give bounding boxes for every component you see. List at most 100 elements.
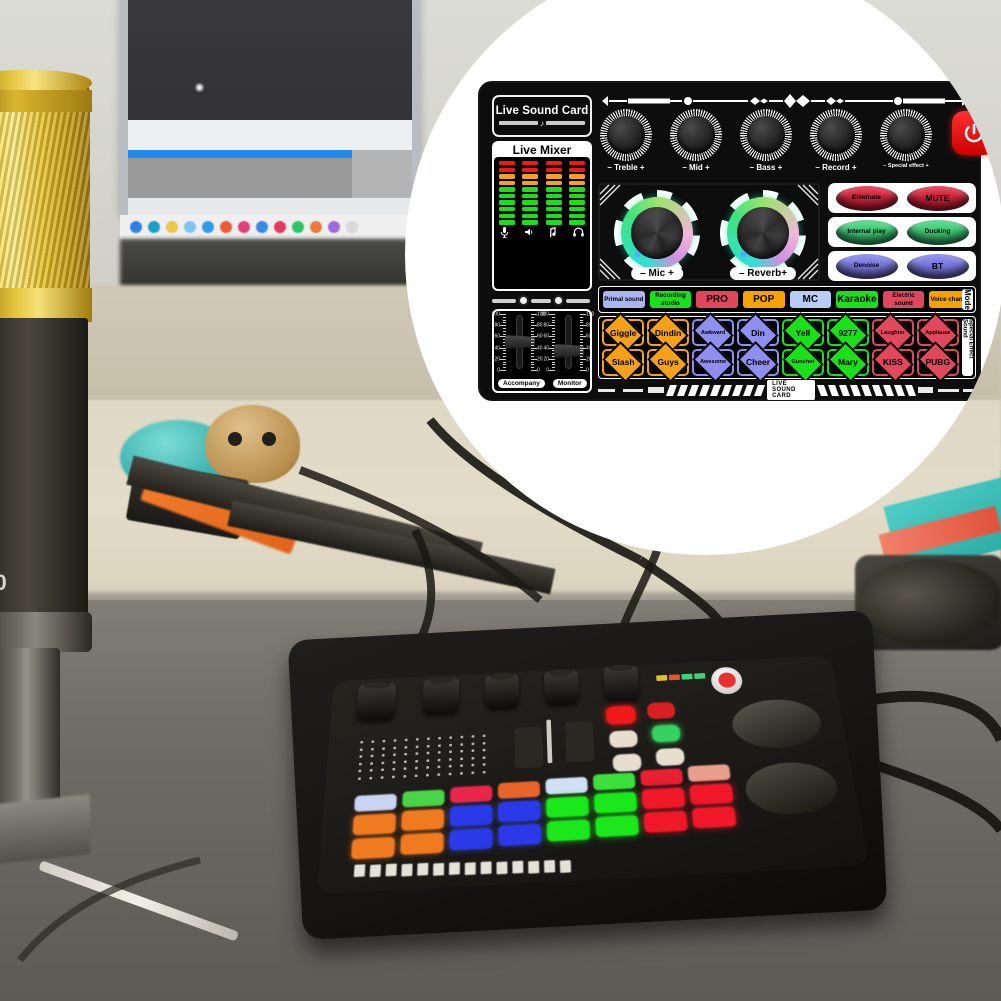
scale-tick: [531, 342, 534, 343]
photo-led-matrix-dot: [405, 739, 408, 742]
effect-pad-label: Yell: [796, 329, 811, 337]
photo-led-matrix-dot: [472, 735, 475, 738]
photo-led-matrix-dot: [460, 772, 463, 775]
effect-pad-label: Awesome: [700, 358, 726, 366]
photo-led-matrix-dot: [438, 765, 441, 768]
power-button[interactable]: [952, 111, 996, 155]
bt-button[interactable]: BT: [907, 254, 969, 279]
effect-pad-awesome[interactable]: Awesome: [692, 349, 734, 376]
mode-button-mc[interactable]: MC: [789, 290, 833, 309]
special-effect-knob[interactable]: – Special effect +: [880, 109, 932, 161]
scale-tick: [580, 342, 583, 343]
photo-led-matrix-dot: [404, 753, 407, 756]
led-segment: [546, 168, 562, 172]
effect-pad-din[interactable]: Din: [737, 319, 779, 346]
mode-button-pop[interactable]: POP: [742, 290, 786, 309]
photo-led-matrix-dot: [471, 756, 474, 759]
effect-pad-dindin[interactable]: Dindin: [647, 319, 689, 346]
mid-knob-label: – Mid +: [670, 163, 722, 172]
scale-tick: [531, 345, 534, 346]
effect-pad-awkward[interactable]: Awkward: [692, 319, 734, 346]
photo-led-matrix-dot: [483, 770, 486, 773]
scale-number: 80: [543, 323, 549, 329]
mode-button-pro[interactable]: PRO: [695, 290, 739, 309]
record-knob[interactable]: – Record +: [810, 109, 862, 161]
mode-button-primal-sound[interactable]: Primal sound: [602, 290, 646, 309]
effect-pad-yell[interactable]: Yell: [782, 319, 824, 346]
effect-pad-gunshot[interactable]: Gunshot: [782, 349, 824, 376]
ducking-button[interactable]: Ducking: [907, 220, 969, 245]
photo-led-matrix-dot: [381, 776, 384, 779]
link-knob[interactable]: [518, 295, 529, 306]
link-knob[interactable]: [553, 295, 564, 306]
effect-pad-mary[interactable]: Mary: [827, 349, 869, 376]
effect-pad-label: Mary: [838, 358, 858, 366]
effect-pad-9277[interactable]: 9277: [827, 319, 869, 346]
photo-led-matrix-dot: [449, 758, 452, 761]
mid-knob[interactable]: – Mid +: [670, 109, 722, 161]
scale-number: 100: [541, 312, 549, 318]
scale-tick: [580, 334, 583, 335]
scale-number: 40: [543, 345, 549, 351]
led-segment: [499, 207, 515, 211]
mode-side-text: Mode: [963, 289, 972, 310]
effect-pad-slash[interactable]: Slash: [602, 349, 644, 376]
led-segment: [569, 174, 585, 178]
fader-panel: 100 80 60 40 20 0 100 80 60 40 20 0 100 80 60 40 20 0 1…: [492, 309, 592, 393]
mode-button-karaoke[interactable]: Karaoke: [835, 290, 879, 309]
mode-button-recording-studio[interactable]: Recording studio: [649, 290, 693, 309]
effect-pad-label: Gunshot: [791, 358, 814, 366]
photo-led-matrix-dot: [416, 738, 419, 741]
photo-bottom-strip-segment: [465, 862, 476, 875]
live-sound-card-badge: Live Sound Card ♪: [492, 95, 592, 137]
effect-pad-kiss[interactable]: KISS: [872, 349, 914, 376]
photo-led-matrix-dot: [381, 768, 384, 771]
scale-tick: [552, 320, 555, 321]
effect-pad-label: Applause: [925, 329, 950, 337]
effect-pad-label: Awkward: [701, 329, 725, 337]
scale-tick: [580, 350, 583, 351]
scale-tick: [503, 320, 506, 321]
scale-tick: [503, 331, 506, 332]
mute-button[interactable]: MUTE: [907, 186, 969, 211]
reverb-dial[interactable]: – Reverb+: [720, 190, 806, 276]
denoise-button[interactable]: Denoise: [836, 254, 898, 279]
scale-number: 20: [494, 356, 500, 362]
strip-slash: [817, 385, 828, 396]
led-segment: [569, 194, 585, 198]
scale-tick: [503, 334, 506, 335]
led-segment: [569, 181, 585, 185]
scale-tick: [552, 367, 555, 368]
led-segment: [522, 194, 538, 198]
photo-bottom-strip-segment: [401, 863, 412, 876]
effect-pad-giggle[interactable]: Giggle: [602, 319, 644, 346]
led-segment: [499, 187, 515, 191]
scale-tick: [552, 362, 555, 363]
mic-dial[interactable]: – Mic +: [614, 190, 700, 276]
effect-pad-guys[interactable]: Guys: [647, 349, 689, 376]
mode-button-electric-sound[interactable]: Electric sound: [882, 290, 926, 309]
photo-led-matrix-dot: [360, 748, 363, 751]
treble-knob[interactable]: – Treble +: [600, 109, 652, 161]
photo-led-matrix-dot: [460, 736, 463, 739]
photo-led-matrix-dot: [460, 764, 463, 767]
effect-pad-cheer[interactable]: Cheer: [737, 349, 779, 376]
monitor-fader-slot[interactable]: [565, 315, 572, 369]
scale-tick: [531, 339, 534, 340]
effect-pad-laughter[interactable]: Laughter: [872, 319, 914, 346]
mic-dial-label: – Mic +: [631, 267, 683, 280]
photo-led-matrix-dot: [426, 759, 429, 762]
photo-bottom-strip-segment: [433, 862, 444, 875]
scale-tick: [503, 362, 506, 363]
scale-number: 0: [586, 368, 589, 374]
photo-led-matrix-dot: [427, 745, 430, 748]
effect-pad-applause[interactable]: Applause: [917, 319, 959, 346]
bass-knob[interactable]: – Bass +: [740, 109, 792, 161]
led-segment: [522, 200, 538, 204]
led-segment: [546, 200, 562, 204]
internal-play-button[interactable]: Internal play: [836, 220, 898, 245]
led-segment: [522, 168, 538, 172]
photo-bottom-strip-segment: [481, 861, 492, 874]
effect-pad-pubg[interactable]: PUBG: [917, 349, 959, 376]
eliminate-button[interactable]: Eliminate: [836, 186, 898, 211]
